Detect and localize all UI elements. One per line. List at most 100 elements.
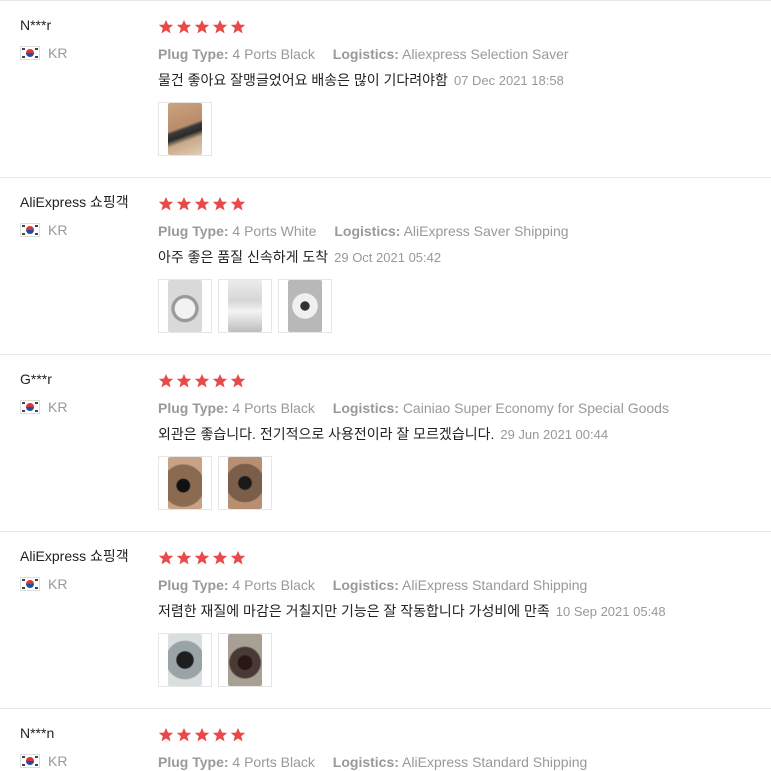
- star-icon: [212, 727, 228, 743]
- review-body: Plug Type: 4 Ports White Logistics: AliE…: [158, 195, 758, 333]
- logistics-value: AliExpress Saver Shipping: [403, 223, 569, 239]
- logistics-value: AliExpress Standard Shipping: [402, 577, 588, 593]
- review-photos: [158, 102, 758, 156]
- star-rating: [158, 372, 758, 390]
- photo-black-plug-wrapped-1: [168, 634, 202, 686]
- logistics-label: Logistics:: [334, 223, 401, 239]
- star-icon: [158, 550, 174, 566]
- star-icon: [212, 373, 228, 389]
- reviewer-info: AliExpress 쇼핑객 KR: [20, 547, 150, 593]
- star-icon: [230, 727, 246, 743]
- product-attributes: Plug Type: 4 Ports Black Logistics: AliE…: [158, 753, 758, 771]
- reviewer-info: N***n KR: [20, 724, 150, 770]
- star-icon: [212, 19, 228, 35]
- review-text: 저렴한 재질에 마감은 거칠지만 기능은 잘 작동합니다 가성비에 만족: [158, 603, 550, 619]
- reviewer-country: KR: [20, 398, 150, 416]
- star-icon: [212, 196, 228, 212]
- product-attributes: Plug Type: 4 Ports Black Logistics: Alie…: [158, 45, 758, 63]
- product-attributes: Plug Type: 4 Ports White Logistics: AliE…: [158, 222, 758, 240]
- plug-type-value: 4 Ports Black: [232, 46, 315, 62]
- logistics-value: Cainiao Super Economy for Special Goods: [402, 400, 669, 416]
- review-photo-thumbnail[interactable]: [218, 456, 272, 510]
- logistics-label: Logistics:: [332, 400, 399, 416]
- star-rating: [158, 195, 758, 213]
- review-divider: [0, 354, 771, 355]
- reviewer-country: KR: [20, 575, 150, 593]
- plug-type-value: 4 Ports Black: [232, 400, 315, 416]
- korea-flag-icon: [20, 577, 40, 591]
- logistics-value: AliExpress Standard Shipping: [402, 754, 588, 770]
- review-photo-thumbnail[interactable]: [158, 102, 212, 156]
- reviewer-info: N***r KR: [20, 16, 150, 62]
- review-divider: [0, 531, 771, 532]
- country-code: KR: [48, 222, 68, 238]
- star-icon: [230, 196, 246, 212]
- plug-type-label: Plug Type:: [158, 754, 229, 770]
- reviewer-name: N***r: [20, 17, 52, 33]
- star-icon: [194, 373, 210, 389]
- logistics-label: Logistics:: [332, 577, 399, 593]
- photo-black-plug-wrapped-2: [228, 634, 262, 686]
- star-icon: [194, 550, 210, 566]
- reviewer-name: N***n: [20, 725, 55, 741]
- review-photo-thumbnail[interactable]: [158, 456, 212, 510]
- review-body: Plug Type: 4 Ports Black Logistics: Alie…: [158, 18, 758, 156]
- review-date: 29 Oct 2021 05:42: [334, 250, 442, 265]
- review-text-row: 외관은 좋습니다. 전기적으로 사용전이라 잘 모르겠습니다. 29 Jun 20…: [158, 425, 758, 444]
- review-divider: [0, 708, 771, 709]
- star-icon: [194, 196, 210, 212]
- reviewer-info: AliExpress 쇼핑객 KR: [20, 193, 150, 239]
- photo-black-plug-1: [168, 457, 202, 509]
- review-photo-thumbnail[interactable]: [158, 633, 212, 687]
- logistics-value: Aliexpress Selection Saver: [402, 46, 569, 62]
- reviewer-country: KR: [20, 752, 150, 770]
- star-icon: [230, 550, 246, 566]
- review-date: 29 Jun 2021 00:44: [500, 427, 609, 442]
- review-text-row: 아주 좋은 품질 신속하게 도착 29 Oct 2021 05:42: [158, 248, 758, 267]
- product-attributes: Plug Type: 4 Ports Black Logistics: Cain…: [158, 399, 758, 417]
- review-text-row: 저렴한 재질에 마감은 거칠지만 기능은 잘 작동합니다 가성비에 만족 10 S…: [158, 602, 758, 621]
- review-date: 10 Sep 2021 05:48: [555, 604, 666, 619]
- review-photos: [158, 456, 758, 510]
- star-icon: [230, 373, 246, 389]
- plug-type-label: Plug Type:: [158, 46, 229, 62]
- review-photos: [158, 633, 758, 687]
- korea-flag-icon: [20, 46, 40, 60]
- country-code: KR: [48, 399, 68, 415]
- photo-black-plug-2: [228, 457, 262, 509]
- review-date: 07 Dec 2021 18:58: [453, 73, 564, 88]
- review-divider: [0, 177, 771, 178]
- reviewer-info: G***r KR: [20, 370, 150, 416]
- product-attributes: Plug Type: 4 Ports Black Logistics: AliE…: [158, 576, 758, 594]
- plug-type-value: 4 Ports White: [232, 223, 317, 239]
- plug-type-label: Plug Type:: [158, 577, 229, 593]
- review-body: Plug Type: 4 Ports Black Logistics: AliE…: [158, 549, 758, 687]
- review-photo-thumbnail[interactable]: [278, 279, 332, 333]
- plug-type-label: Plug Type:: [158, 223, 229, 239]
- star-icon: [194, 19, 210, 35]
- reviewer-name: AliExpress 쇼핑객: [20, 194, 129, 210]
- star-rating: [158, 549, 758, 567]
- plug-type-value: 4 Ports Black: [232, 577, 315, 593]
- reviewer-country: KR: [20, 221, 150, 239]
- review-photo-thumbnail[interactable]: [158, 279, 212, 333]
- star-icon: [158, 196, 174, 212]
- star-icon: [176, 196, 192, 212]
- review-photo-thumbnail[interactable]: [218, 279, 272, 333]
- star-icon: [176, 373, 192, 389]
- photo-white-plug-ports: [288, 280, 322, 332]
- review-text-row: 물건 좋아요 잘맹글었어요 배송은 많이 기다려야함 07 Dec 2021 18…: [158, 71, 758, 90]
- star-rating: [158, 726, 758, 744]
- review-body: Plug Type: 4 Ports Black Logistics: AliE…: [158, 726, 758, 771]
- reviewer-country: KR: [20, 44, 150, 62]
- country-code: KR: [48, 576, 68, 592]
- plug-type-value: 4 Ports Black: [232, 754, 315, 770]
- reviewer-name: AliExpress 쇼핑객: [20, 548, 129, 564]
- star-icon: [158, 373, 174, 389]
- photo-white-plug-side: [228, 280, 262, 332]
- review-text: 물건 좋아요 잘맹글었어요 배송은 많이 기다려야함: [158, 72, 448, 88]
- korea-flag-icon: [20, 223, 40, 237]
- reviewer-name: G***r: [20, 371, 52, 387]
- review-text: 외관은 좋습니다. 전기적으로 사용전이라 잘 모르겠습니다.: [158, 426, 495, 442]
- review-photo-thumbnail[interactable]: [218, 633, 272, 687]
